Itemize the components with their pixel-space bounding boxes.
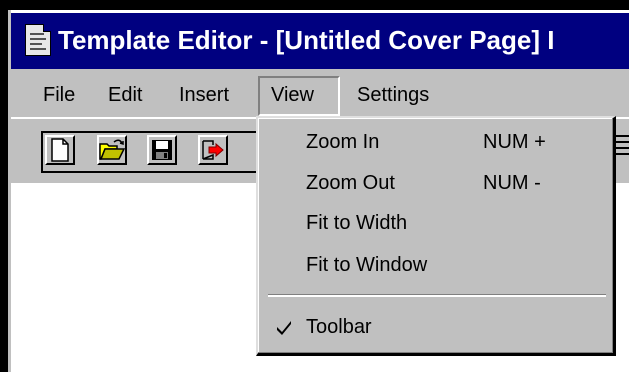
- menu-edit[interactable]: Edit: [108, 80, 142, 112]
- menu-item-zoom-in[interactable]: Zoom In: [306, 128, 379, 156]
- toolbar-grip[interactable]: [614, 135, 629, 165]
- menu-item-fit-to-width[interactable]: Fit to Width: [306, 209, 407, 237]
- window-title: Template Editor - [Untitled Cover Page] …: [58, 25, 555, 55]
- exit-button[interactable]: [198, 135, 228, 165]
- menu-settings[interactable]: Settings: [357, 80, 429, 112]
- shortcut-zoom-in: NUM +: [483, 131, 546, 153]
- open-folder-icon: [99, 139, 125, 160]
- menu-view[interactable]: View: [271, 80, 314, 112]
- save-disk-icon: [152, 140, 172, 160]
- shortcut-zoom-out: NUM -: [483, 172, 541, 194]
- new-document-button[interactable]: [45, 135, 75, 165]
- window-frame-top: [0, 0, 629, 10]
- view-menu-dropdown: Zoom In NUM + Zoom Out NUM - Fit to Widt…: [256, 116, 616, 356]
- menu-item-zoom-out[interactable]: Zoom Out: [306, 169, 395, 197]
- menu-insert[interactable]: Insert: [179, 80, 229, 112]
- document-template-icon[interactable]: [25, 24, 51, 56]
- save-button[interactable]: [147, 135, 177, 165]
- exit-arrow-icon: [202, 140, 224, 160]
- menu-separator: [268, 294, 606, 297]
- window-frame-left: [0, 0, 8, 372]
- menu-item-fit-to-window[interactable]: Fit to Window: [306, 251, 427, 279]
- menu-file[interactable]: File: [43, 80, 75, 112]
- menu-item-toolbar[interactable]: Toolbar: [306, 313, 372, 341]
- checkmark-icon: [277, 321, 291, 335]
- new-document-icon: [51, 138, 69, 162]
- open-folder-button[interactable]: [97, 135, 127, 165]
